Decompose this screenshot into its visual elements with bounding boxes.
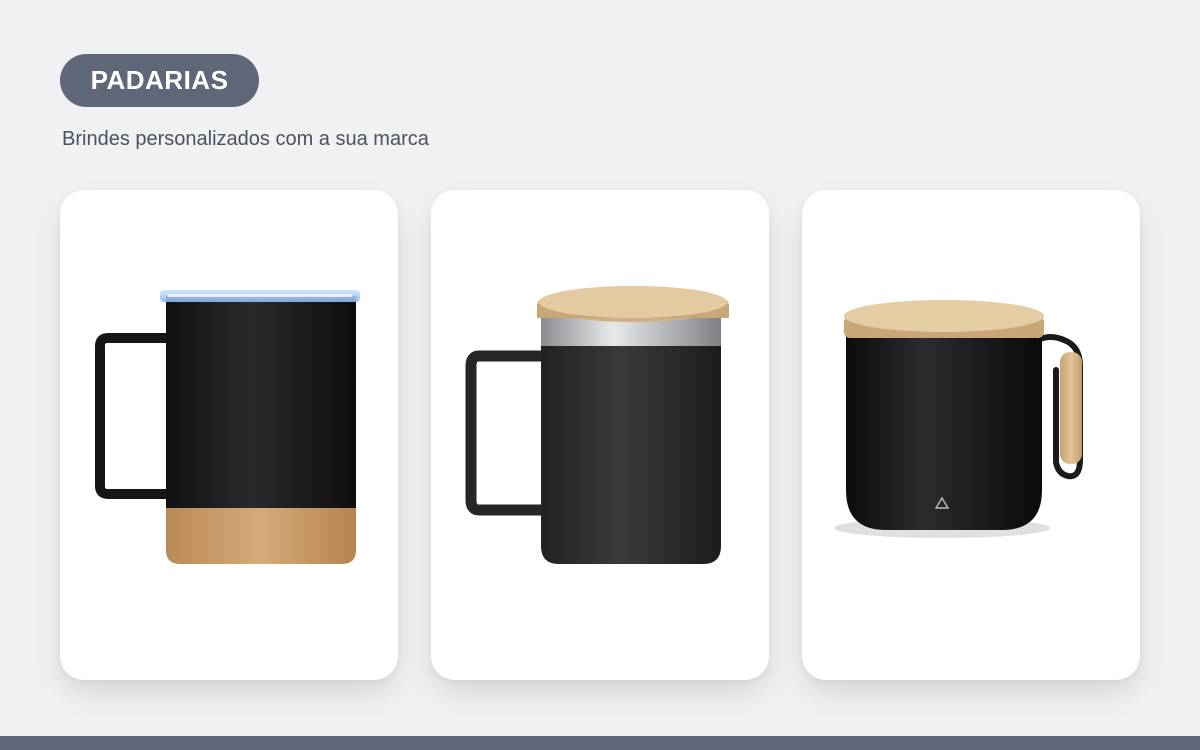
mug-handle xyxy=(95,333,168,499)
product-card-mug-steel[interactable] xyxy=(431,190,769,680)
mug-body xyxy=(166,296,356,512)
page-subtitle: Brindes personalizados com a sua marca xyxy=(62,128,429,150)
mug-body xyxy=(541,340,721,564)
category-badge-label: PADARIAS xyxy=(90,65,229,95)
product-card-mug-cork[interactable] xyxy=(60,190,398,680)
product-card-mug-bamboo[interactable] xyxy=(802,190,1140,680)
mug-cork-image xyxy=(95,290,360,564)
mug-bamboo-image xyxy=(834,300,1083,538)
mug-handle xyxy=(465,350,543,516)
footer-bar xyxy=(0,736,1200,750)
category-badge: PADARIAS xyxy=(60,54,259,107)
mug-cork-base xyxy=(166,508,356,564)
mug-steel-image xyxy=(465,286,729,564)
mug-wood-handle xyxy=(1060,352,1082,464)
